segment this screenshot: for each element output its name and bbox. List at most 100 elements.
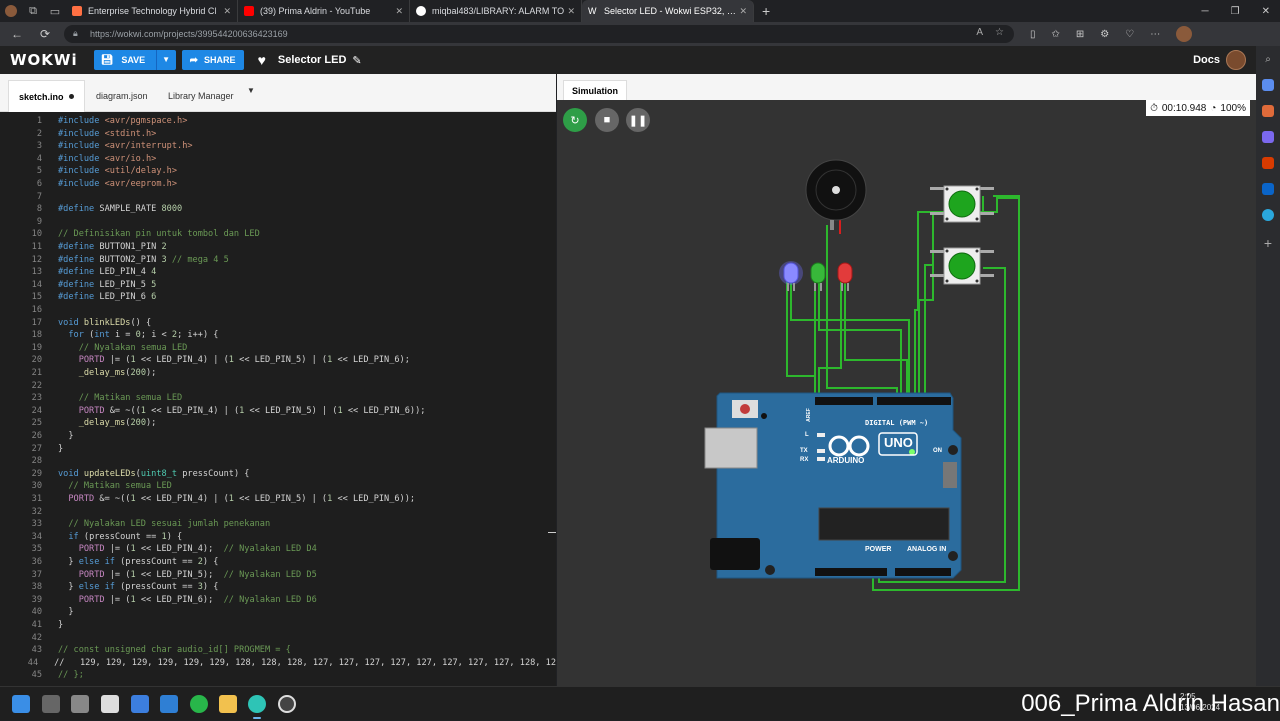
code-line[interactable]: 17 void blinkLEDs() {	[0, 318, 556, 331]
code-line[interactable]: 16	[0, 305, 556, 318]
code-line[interactable]: 29 void updateLEDs(uint8_t pressCount) {	[0, 469, 556, 482]
tools-icon[interactable]	[1262, 105, 1274, 117]
new-tab-icon[interactable]: +	[762, 3, 770, 19]
share-button[interactable]: ➦ SHARE	[181, 50, 244, 70]
collections-icon[interactable]: ⊞	[1076, 29, 1084, 40]
code-line[interactable]: 20 PORTD |= (1 << LED_PIN_4) | (1 << LED…	[0, 355, 556, 368]
docs-link[interactable]: Docs	[1193, 54, 1220, 66]
games-icon[interactable]	[1262, 131, 1274, 143]
tab-diagram-json[interactable]: diagram.json	[86, 80, 158, 112]
minimize-icon[interactable]: ─	[1202, 6, 1209, 17]
code-line[interactable]: 8 #define SAMPLE_RATE 8000	[0, 204, 556, 217]
code-line[interactable]: 5 #include <util/delay.h>	[0, 166, 556, 179]
code-line[interactable]: 11 #define BUTTON1_PIN 2	[0, 242, 556, 255]
snipping-icon[interactable]	[131, 695, 149, 713]
browser-tab-1[interactable]: (39) Prima Aldrin - YouTube ✕	[238, 0, 410, 22]
code-line[interactable]: 10 // Definisikan pin untuk tombol dan LE…	[0, 229, 556, 242]
code-line[interactable]: 26 }	[0, 431, 556, 444]
code-line[interactable]: 28	[0, 456, 556, 469]
code-line[interactable]: 23 // Matikan semua LED	[0, 393, 556, 406]
read-aloud-icon[interactable]: A	[976, 27, 983, 38]
heart-icon[interactable]: ♡	[1125, 29, 1134, 40]
workspaces-icon[interactable]: ⧉	[22, 0, 44, 22]
code-line[interactable]: 15 #define LED_PIN_6 6	[0, 292, 556, 305]
notion-icon[interactable]	[101, 695, 119, 713]
code-line[interactable]: 42	[0, 633, 556, 646]
code-line[interactable]: 35 PORTD |= (1 << LED_PIN_4); // Nyalaka…	[0, 544, 556, 557]
whatsapp-icon[interactable]	[190, 695, 208, 713]
back-icon[interactable]: ←	[6, 27, 28, 41]
code-line[interactable]: 13 #define LED_PIN_4 4	[0, 267, 556, 280]
store-icon[interactable]	[71, 695, 89, 713]
file-explorer-icon[interactable]	[219, 695, 237, 713]
windows-start-icon[interactable]	[12, 695, 30, 713]
push-button-2[interactable]	[930, 247, 994, 285]
code-line[interactable]: 40 }	[0, 607, 556, 620]
code-line[interactable]: 27}	[0, 444, 556, 457]
wokwi-logo[interactable]: WOKWi	[10, 51, 78, 69]
code-line[interactable]: 24 PORTD &= ~((1 << LED_PIN_4) | (1 << L…	[0, 406, 556, 419]
chevron-down-icon[interactable]: ▼	[155, 50, 176, 70]
buzzer[interactable]	[805, 159, 867, 230]
office-icon[interactable]	[1262, 157, 1274, 169]
code-line[interactable]: 45 // };	[0, 670, 556, 683]
split-screen-icon[interactable]: ▯	[1030, 29, 1036, 40]
code-line[interactable]: 22	[0, 381, 556, 394]
user-avatar[interactable]	[1226, 50, 1246, 70]
code-line[interactable]: 6 #include <avr/eeprom.h>	[0, 179, 556, 192]
pencil-icon[interactable]: ✎	[352, 54, 361, 67]
browser-tab-0[interactable]: Enterprise Technology Hybrid Cl ✕	[66, 0, 238, 22]
code-line[interactable]: 14 #define LED_PIN_5 5	[0, 280, 556, 293]
code-line[interactable]: 3 #include <avr/interrupt.h>	[0, 141, 556, 154]
code-line[interactable]: 2 #include <stdint.h>	[0, 129, 556, 142]
more-icon[interactable]: ⋯	[1150, 29, 1160, 40]
chevron-down-icon[interactable]: ▼	[247, 86, 255, 95]
tab-simulation[interactable]: Simulation	[563, 80, 627, 100]
code-line[interactable]: 21 _delay_ms(200);	[0, 368, 556, 381]
favorite-star-icon[interactable]: ☆	[995, 27, 1004, 38]
search-icon[interactable]: ⌕	[1265, 54, 1271, 65]
url-field[interactable]: 🔒︎ https://wokwi.com/projects/3995442006…	[64, 25, 1014, 43]
code-line[interactable]: 7	[0, 192, 556, 205]
code-line[interactable]: 37 PORTD |= (1 << LED_PIN_5); // Nyalaka…	[0, 570, 556, 583]
reload-icon[interactable]: ⟳	[34, 27, 56, 41]
favorites-icon[interactable]: ✩	[1052, 29, 1060, 40]
close-icon[interactable]: ✕	[567, 6, 575, 17]
add-icon[interactable]: +	[1264, 235, 1272, 251]
close-icon[interactable]: ✕	[739, 6, 747, 17]
code-line[interactable]: 31 PORTD &= ~((1 << LED_PIN_4) | (1 << L…	[0, 494, 556, 507]
profile-icon[interactable]	[0, 0, 22, 22]
code-line[interactable]: 12 #define BUTTON2_PIN 3 // mega 4 5	[0, 255, 556, 268]
shopping-icon[interactable]	[1262, 79, 1274, 91]
close-icon[interactable]: ✕	[395, 6, 403, 17]
close-icon[interactable]: ✕	[223, 6, 231, 17]
tab-sketch-ino[interactable]: sketch.ino	[8, 80, 85, 112]
simulation-canvas[interactable]: ↻ ■ ❚❚ ⏱ 00:10.948 ◔ 100% DIGITAL (PWM ~…	[557, 100, 1256, 686]
browser-tab-3[interactable]: W Selector LED - Wokwi ESP32, STM ✕	[582, 0, 754, 22]
code-line[interactable]: 36 } else if (pressCount == 2) {	[0, 557, 556, 570]
save-button[interactable]: 💾︎ SAVE ▼	[93, 50, 176, 70]
tab-library-manager[interactable]: Library Manager	[158, 80, 244, 112]
code-line[interactable]: 38 } else if (pressCount == 3) {	[0, 582, 556, 595]
close-window-icon[interactable]: ✕	[1262, 6, 1270, 17]
recorder-icon[interactable]	[278, 695, 296, 713]
telegram-icon[interactable]	[1262, 209, 1274, 221]
code-line[interactable]: 39 PORTD |= (1 << LED_PIN_6); // Nyalaka…	[0, 595, 556, 608]
code-line[interactable]: 4 #include <avr/io.h>	[0, 154, 556, 167]
code-line[interactable]: 25 _delay_ms(200);	[0, 418, 556, 431]
vscode-icon[interactable]	[160, 695, 178, 713]
code-line[interactable]: 44 // 129, 129, 129, 129, 129, 129, 128, …	[0, 658, 556, 671]
extensions-icon[interactable]: ⚙	[1100, 29, 1109, 40]
maximize-icon[interactable]: ❐	[1231, 6, 1240, 17]
outlook-icon[interactable]	[1262, 183, 1274, 195]
task-view-icon[interactable]	[42, 695, 60, 713]
code-line[interactable]: 41}	[0, 620, 556, 633]
code-line[interactable]: 1 #include <avr/pgmspace.h>	[0, 116, 556, 129]
profile-avatar[interactable]	[1176, 26, 1193, 42]
browser-tab-2[interactable]: miqbal483/LIBRARY: ALARM TO ✕	[410, 0, 582, 22]
code-editor[interactable]: 1 #include <avr/pgmspace.h> 2 #include <std…	[0, 112, 556, 686]
code-line[interactable]: 33 // Nyalakan LED sesuai jumlah penekan…	[0, 519, 556, 532]
code-line[interactable]: 43 // const unsigned char audio_id[] PROG…	[0, 645, 556, 658]
edge-browser-icon[interactable]	[248, 695, 266, 719]
code-line[interactable]: 32	[0, 507, 556, 520]
